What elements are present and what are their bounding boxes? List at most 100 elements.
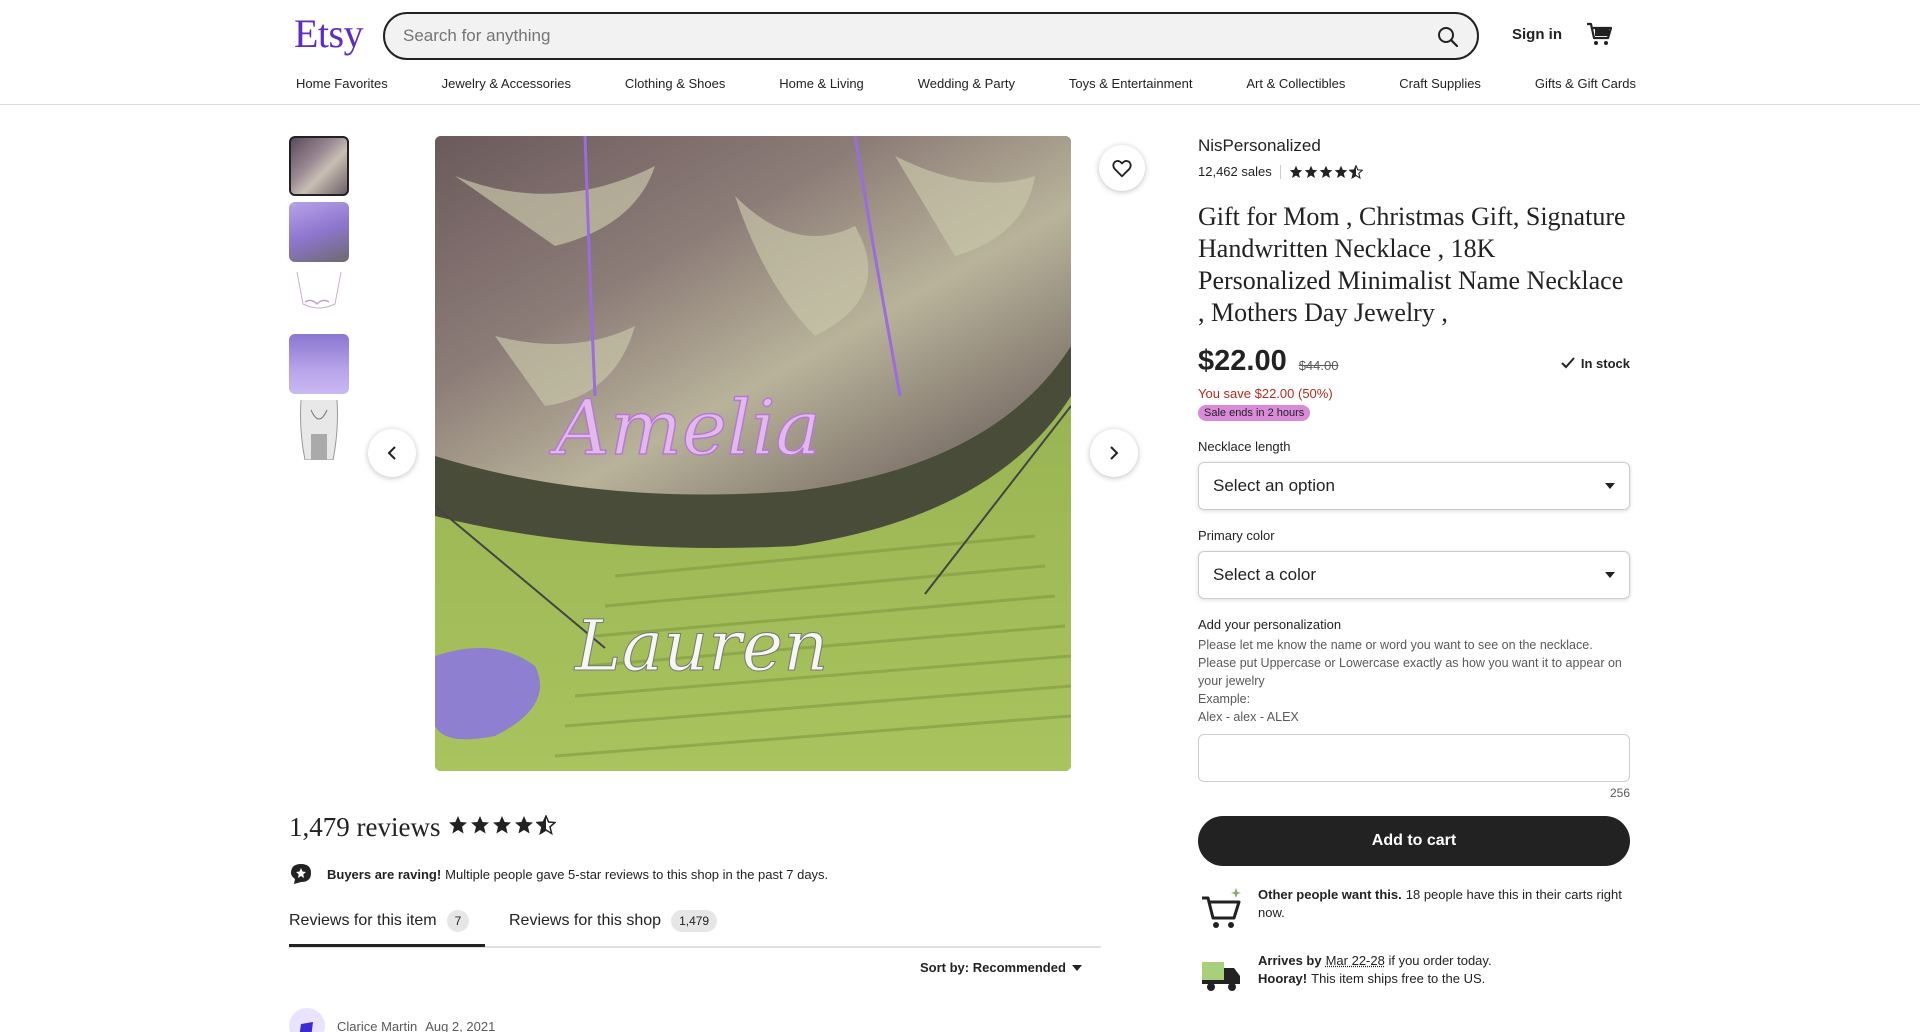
search-icon — [1436, 25, 1460, 49]
sale-badge: Sale ends in 2 hours — [1198, 405, 1310, 421]
review-author-row: Clarice Martin Aug 2, 2021 — [289, 1008, 495, 1032]
nav-craft-supplies[interactable]: Craft Supplies — [1399, 76, 1481, 91]
nav-wedding-party[interactable]: Wedding & Party — [918, 76, 1015, 91]
nav-art-collectibles[interactable]: Art & Collectibles — [1246, 76, 1345, 91]
star-icon — [470, 815, 490, 835]
star-icon — [514, 815, 534, 835]
tab-reviews-shop[interactable]: Reviews for this shop 1,479 — [509, 910, 717, 932]
favorite-button[interactable] — [1099, 145, 1145, 191]
shipping-info: Arrives by Mar 22-28 if you order today. … — [1198, 952, 1630, 998]
chevron-right-icon — [1106, 445, 1122, 461]
review-date: Aug 2, 2021 — [425, 1019, 495, 1032]
star-icon — [1289, 165, 1303, 179]
divider — [1280, 165, 1281, 179]
star-icon — [1319, 165, 1333, 179]
search-bar[interactable] — [383, 12, 1479, 60]
star-icon — [492, 815, 512, 835]
etsy-logo[interactable]: Etsy — [294, 10, 363, 57]
char-count: 256 — [1198, 786, 1630, 800]
sign-in-link[interactable]: Sign in — [1512, 26, 1562, 43]
star-icon — [1304, 165, 1318, 179]
help-line: Alex - alex - ALEX — [1198, 708, 1630, 726]
nav-home-favorites[interactable]: Home Favorites — [296, 76, 388, 91]
help-line: Please put Uppercase or Lowercase exactl… — [1198, 654, 1630, 690]
personalization-textarea[interactable] — [1198, 734, 1630, 782]
arrival-date[interactable]: Mar 22-28 — [1326, 953, 1385, 968]
sort-label: Sort by: Recommended — [920, 960, 1066, 975]
next-image-button[interactable] — [1090, 429, 1138, 477]
tab-reviews-shop-count: 1,479 — [671, 910, 717, 932]
prev-image-button[interactable] — [368, 429, 416, 477]
nav-gifts-gift-cards[interactable]: Gifts & Gift Cards — [1535, 76, 1636, 91]
caret-down-icon — [1605, 483, 1615, 489]
tab-reviews-shop-label: Reviews for this shop — [509, 912, 661, 930]
thumbnail-5[interactable] — [289, 400, 349, 460]
arrives-rest: if you order today. — [1388, 953, 1491, 968]
product-photo: Amelia Lauren — [435, 136, 1071, 771]
main-product-image[interactable]: Amelia Lauren — [435, 136, 1071, 771]
shop-name[interactable]: NisPersonalized — [1198, 136, 1630, 156]
tab-reviews-item-label: Reviews for this item — [289, 912, 437, 930]
primary-color-select[interactable]: Select a color — [1198, 551, 1630, 599]
necklace-length-value: Select an option — [1213, 476, 1335, 496]
caret-down-icon — [1605, 572, 1615, 578]
chat-star-icon — [289, 862, 313, 886]
search-button[interactable] — [1433, 22, 1463, 52]
nav-toys-entertainment[interactable]: Toys & Entertainment — [1069, 76, 1193, 91]
price-row: $22.00 $44.00 In stock — [1198, 345, 1630, 378]
thumbnail-2[interactable] — [289, 202, 349, 262]
necklace-length-label: Necklace length — [1198, 439, 1630, 454]
half-star-icon — [1349, 165, 1363, 179]
thumbnail-1[interactable] — [289, 136, 349, 196]
thumbnail-3[interactable] — [289, 268, 349, 328]
free-shipping-text: This item ships free to the US. — [1311, 971, 1485, 986]
nav-jewelry-accessories[interactable]: Jewelry & Accessories — [442, 76, 571, 91]
savings-text: You save $22.00 (50%) — [1198, 386, 1630, 401]
cart-icon — [1585, 20, 1613, 48]
shop-rating-stars — [1289, 165, 1363, 179]
reviews-tabs: Reviews for this item 7 Reviews for this… — [289, 906, 1101, 948]
active-tab-indicator — [289, 944, 485, 947]
hooray-bold: Hooray! — [1258, 971, 1307, 986]
nav-clothing-shoes[interactable]: Clothing & Shoes — [625, 76, 725, 91]
tab-reviews-item[interactable]: Reviews for this item 7 — [289, 910, 469, 932]
nav-home-living[interactable]: Home & Living — [779, 76, 864, 91]
personalization-label: Add your personalization — [1198, 617, 1630, 632]
necklace-name-bottom: Lauren — [573, 605, 828, 687]
check-icon — [1560, 355, 1576, 371]
category-nav: Home Favorites Jewelry & Accessories Clo… — [296, 76, 1636, 91]
cart-demand-text: Other people want this. 18 people have th… — [1258, 886, 1630, 922]
thumbnail-list — [289, 136, 351, 466]
shipping-text: Arrives by Mar 22-28 if you order today. … — [1258, 952, 1492, 988]
caret-down-icon — [1072, 965, 1082, 971]
help-line: Please let me know the name or word you … — [1198, 636, 1630, 654]
site-header: Etsy Sign in Home Favorites Jewelry & Ac… — [0, 0, 1920, 105]
search-input[interactable] — [403, 24, 1383, 48]
star-icon — [448, 815, 468, 835]
buyers-raving-banner: Buyers are raving! Multiple people gave … — [289, 862, 828, 886]
stock-status: In stock — [1560, 355, 1630, 371]
necklace-name-top: Amelia — [549, 383, 821, 472]
avatar[interactable] — [289, 1008, 325, 1032]
original-price: $44.00 — [1299, 358, 1339, 373]
primary-color-value: Select a color — [1213, 565, 1316, 585]
cart-demand-bold: Other people want this. — [1258, 887, 1402, 902]
half-star-icon — [536, 815, 556, 835]
add-to-cart-button[interactable]: Add to cart — [1198, 816, 1630, 866]
sales-count: 12,462 sales — [1198, 164, 1272, 179]
necklace-length-select[interactable]: Select an option — [1198, 462, 1630, 510]
shop-sales-row: 12,462 sales — [1198, 164, 1630, 179]
heart-icon — [1111, 157, 1133, 179]
tab-reviews-item-count: 7 — [447, 910, 470, 932]
reviews-title: 1,479 reviews — [289, 812, 440, 843]
current-price: $22.00 — [1198, 345, 1287, 378]
reviewer-name[interactable]: Clarice Martin — [337, 1019, 417, 1032]
cart-button[interactable] — [1585, 20, 1613, 48]
sort-dropdown[interactable]: Sort by: Recommended — [920, 960, 1082, 975]
chevron-left-icon — [384, 445, 400, 461]
thumbnail-4[interactable] — [289, 334, 349, 394]
cart-sparkle-icon — [1198, 886, 1244, 932]
cart-demand-info: Other people want this. 18 people have th… — [1198, 886, 1630, 932]
arrives-bold: Arrives by — [1258, 953, 1322, 968]
personalization-help: Please let me know the name or word you … — [1198, 636, 1630, 726]
